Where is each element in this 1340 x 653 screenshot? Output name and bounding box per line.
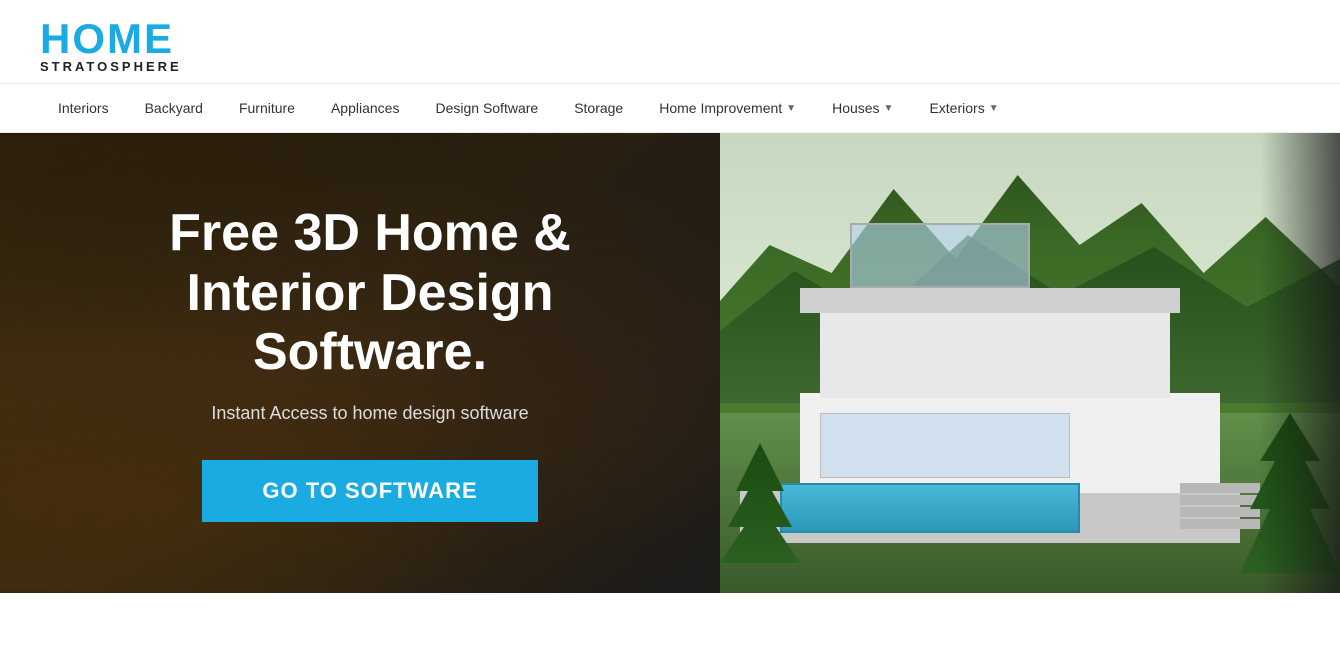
hero-title: Free 3D Home & Interior Design Software.: [80, 204, 660, 383]
house-upper-window: [850, 223, 1030, 288]
step-2: [1180, 495, 1260, 505]
house-glass-wall: [820, 413, 1070, 478]
nav-item-design-software[interactable]: Design Software: [417, 84, 556, 132]
step-1: [1180, 483, 1260, 493]
house-scene: [720, 133, 1340, 593]
chevron-down-icon: ▼: [786, 103, 796, 114]
nav-item-home-improvement[interactable]: Home Improvement ▼: [641, 84, 814, 132]
house-body: [800, 273, 1220, 493]
chevron-down-icon: ▼: [884, 103, 894, 114]
hero-text-area: Free 3D Home & Interior Design Software.…: [0, 204, 660, 522]
go-to-software-button[interactable]: GO TO SOFTWARE: [202, 460, 537, 522]
hero-subtitle: Instant Access to home design software: [80, 403, 660, 424]
nav-item-appliances[interactable]: Appliances: [313, 84, 418, 132]
nav-item-storage[interactable]: Storage: [556, 84, 641, 132]
nav-item-exteriors[interactable]: Exteriors ▼: [911, 84, 1016, 132]
house-lower-floor: [800, 393, 1220, 493]
step-4: [1180, 519, 1260, 529]
logo[interactable]: HOME STRATOSPHERE: [40, 18, 182, 73]
nav-item-houses[interactable]: Houses ▼: [814, 84, 911, 132]
hero-button-wrapper: GO TO SOFTWARE: [80, 460, 660, 522]
logo-stratosphere: STRATOSPHERE: [40, 60, 182, 73]
nav-item-interiors[interactable]: Interiors: [40, 84, 127, 132]
navigation: Interiors Backyard Furniture Appliances …: [0, 83, 1340, 133]
house-upper-floor: [820, 308, 1170, 398]
nav-item-furniture[interactable]: Furniture: [221, 84, 313, 132]
hero-section: Free 3D Home & Interior Design Software.…: [0, 133, 1340, 593]
hero-image-right-overlay: [1260, 133, 1340, 593]
pool: [780, 483, 1080, 533]
house-roof: [800, 288, 1180, 313]
chevron-down-icon: ▼: [989, 103, 999, 114]
logo-home: HOME: [40, 18, 182, 60]
header: HOME STRATOSPHERE: [0, 0, 1340, 83]
hero-house-image: [720, 133, 1340, 593]
step-3: [1180, 507, 1260, 517]
steps: [1180, 483, 1260, 543]
nav-item-backyard[interactable]: Backyard: [127, 84, 221, 132]
